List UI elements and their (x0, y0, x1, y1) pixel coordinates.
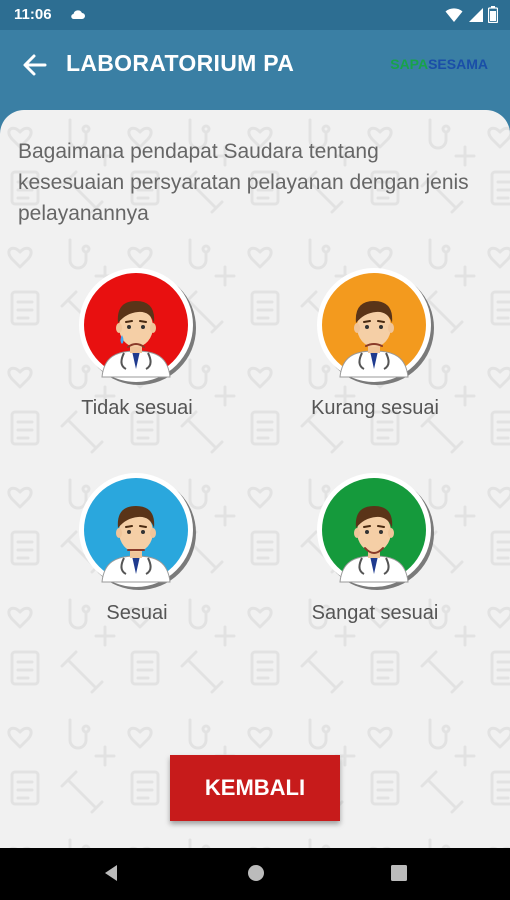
app-bar: LABORATORIUM PA SAPASESAMA (0, 30, 510, 110)
nav-home-icon[interactable] (245, 862, 267, 884)
option-label: Sesuai (106, 602, 168, 624)
nav-back-icon[interactable] (100, 862, 122, 884)
back-button[interactable] (18, 48, 52, 82)
logo-text-sapa: SAPA (390, 56, 429, 72)
option-sesuai[interactable]: Sesuai (42, 470, 232, 645)
signal-icon (468, 7, 483, 22)
option-label: Kurang sesuai (311, 397, 439, 419)
nav-recents-icon[interactable] (388, 862, 410, 884)
option-label: Sangat sesuai (311, 602, 439, 624)
option-sangat-sesuai[interactable]: Sangat sesuai (280, 470, 470, 645)
logo-text-sesama: SESAMA (428, 56, 488, 72)
app-logo: SAPASESAMA (390, 56, 488, 72)
navigation-bar (0, 848, 510, 900)
crying-doctor-icon (79, 268, 196, 385)
option-kurang-sesuai[interactable]: Kurang sesuai (280, 265, 470, 440)
content-area: Bagaimana pendapat Saudara tentang keses… (0, 110, 510, 848)
smiling-doctor-icon (317, 473, 434, 590)
question-text: Bagaimana pendapat Saudara tentang keses… (18, 140, 469, 225)
battery-icon (487, 6, 499, 24)
page-title: LABORATORIUM PA (66, 50, 295, 76)
cloud-icon (71, 10, 85, 20)
wifi-icon (445, 8, 463, 22)
neutral-doctor-icon (79, 473, 196, 590)
status-bar: 11:06 (0, 0, 510, 30)
status-time: 11:06 (14, 6, 52, 23)
sad-doctor-icon (317, 268, 434, 385)
option-label: Tidak sesuai (81, 397, 193, 419)
kembali-button[interactable]: KEMBALI (170, 755, 340, 821)
status-icons (445, 6, 499, 24)
option-tidak-sesuai[interactable]: Tidak sesuai (42, 265, 232, 440)
back-arrow-icon (23, 54, 47, 76)
